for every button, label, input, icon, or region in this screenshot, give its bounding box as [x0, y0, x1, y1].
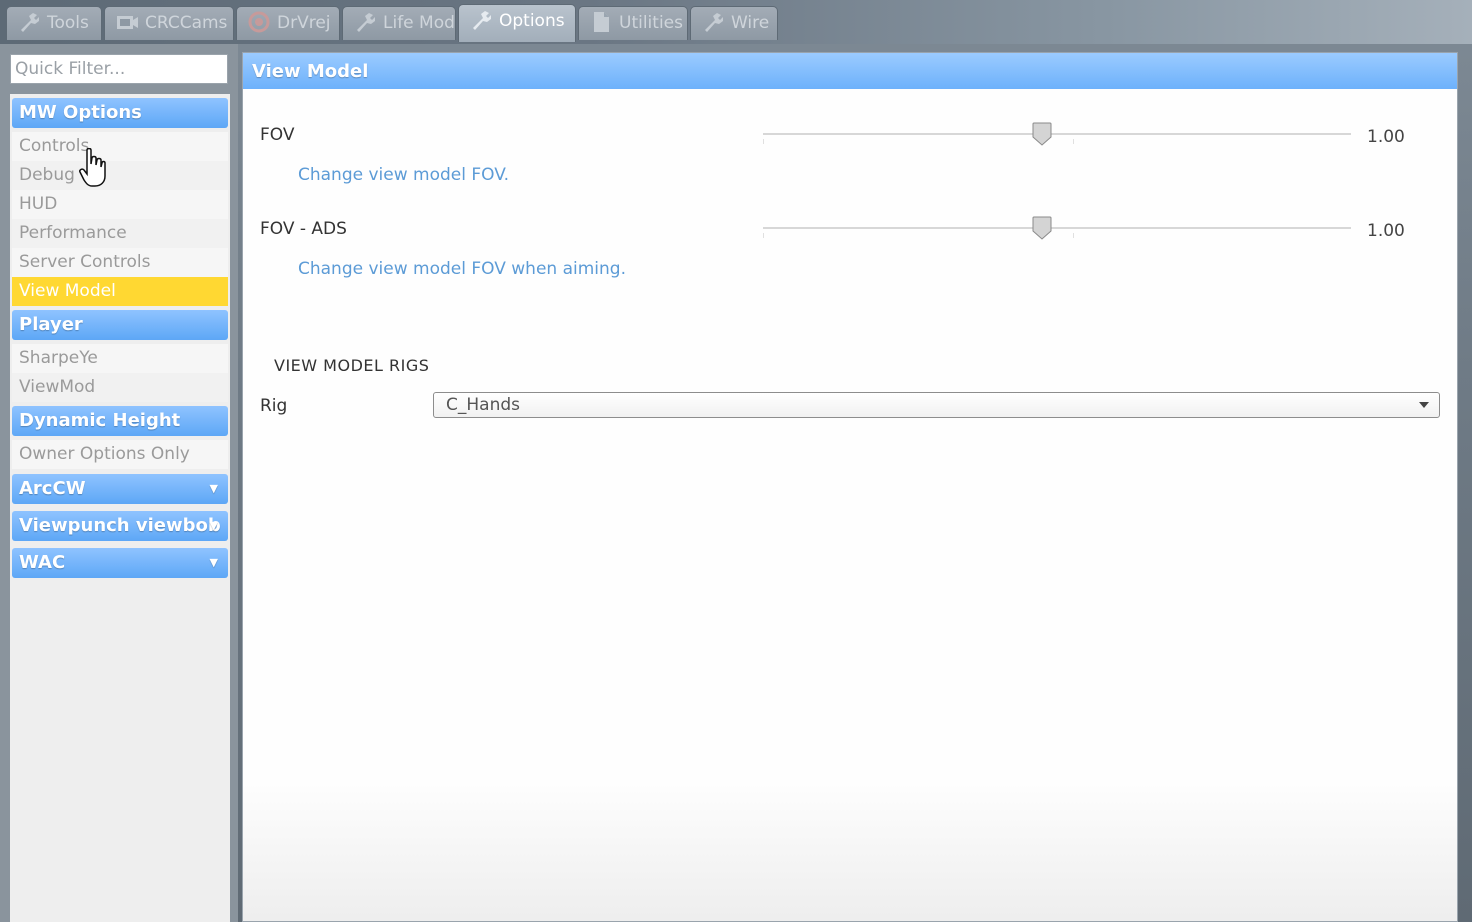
category-player[interactable]: Player	[12, 310, 228, 340]
fov-slider-track[interactable]	[763, 133, 1351, 135]
sidebar-item-view-model[interactable]: View Model	[12, 277, 228, 306]
tab-utilities[interactable]: Utilities	[578, 6, 688, 40]
chevron-down-icon: ▼	[209, 482, 218, 495]
tab-drvrej[interactable]: DrVrej	[236, 6, 340, 40]
tab-bar: Tools CRCCams DrVrej Life Mod Options Ut…	[0, 0, 1472, 44]
sidebar-item-owner-options-only[interactable]: Owner Options Only	[12, 440, 228, 469]
fov-value: 1.00	[1367, 127, 1405, 147]
tab-crccams[interactable]: CRCCams	[104, 6, 234, 40]
sidebar-item-viewmod[interactable]: ViewMod	[12, 373, 228, 402]
slider-tick	[1073, 233, 1074, 238]
category-title: ArcCW	[19, 478, 86, 499]
category-viewpunch-viewbob[interactable]: Viewpunch viewbob ▼	[12, 511, 228, 541]
quick-filter-input[interactable]	[10, 54, 228, 84]
slider-tick	[763, 139, 764, 144]
settings-panel: View Model FOV 1.00 Change view model FO…	[242, 52, 1458, 922]
rig-select-value: C_Hands	[446, 395, 520, 415]
category-title: Player	[19, 314, 83, 335]
tab-label: Wire	[731, 13, 770, 33]
fov-ads-slider-track[interactable]	[763, 227, 1351, 229]
document-icon	[594, 12, 609, 32]
tab-label: Utilities	[619, 13, 683, 33]
tab-label: Options	[499, 11, 565, 31]
tab-label: DrVrej	[277, 13, 331, 33]
camera-icon	[117, 16, 138, 29]
wrench-icon	[473, 11, 491, 30]
slider-tick	[1073, 139, 1074, 144]
category-dynamic-height[interactable]: Dynamic Height	[12, 406, 228, 436]
slider-tick	[763, 233, 764, 238]
fov-ads-help-text: Change view model FOV when aiming.	[298, 259, 626, 279]
tab-options[interactable]: Options	[458, 4, 576, 42]
tab-tools[interactable]: Tools	[6, 6, 102, 40]
fov-ads-slider-handle[interactable]	[1032, 216, 1052, 240]
tab-label: Tools	[47, 13, 89, 33]
wrench-icon	[21, 13, 39, 32]
panel-bottom-shade	[243, 781, 1457, 921]
category-title: Viewpunch viewbob	[19, 515, 221, 536]
rig-select[interactable]: C_Hands	[433, 392, 1440, 418]
sidebar-item-server-controls[interactable]: Server Controls	[12, 248, 228, 277]
sidebar-item-hud[interactable]: HUD	[12, 190, 228, 219]
tab-label: Life Mod	[383, 13, 455, 33]
fov-slider-handle[interactable]	[1032, 122, 1052, 146]
hand-cursor-icon	[79, 148, 106, 187]
category-list: MW Options Controls Debug HUD Performanc…	[10, 94, 230, 922]
chevron-down-icon	[1419, 402, 1429, 408]
tab-label: CRCCams	[145, 13, 228, 33]
gear-icon	[248, 11, 270, 33]
sidebar-item-debug[interactable]: Debug	[12, 161, 228, 190]
section-title-view-model-rigs: VIEW MODEL RIGS	[274, 356, 430, 375]
fov-label: FOV	[260, 125, 295, 145]
category-mw-options[interactable]: MW Options	[12, 98, 228, 128]
sidebar-item-performance[interactable]: Performance	[12, 219, 228, 248]
fov-help-text: Change view model FOV.	[298, 165, 510, 185]
wrench-icon	[357, 13, 375, 32]
sidebar-item-controls[interactable]: Controls	[12, 132, 228, 161]
panel-title: View Model	[243, 53, 1457, 89]
wrench-icon	[705, 13, 723, 32]
sidebar: MW Options Controls Debug HUD Performanc…	[0, 44, 238, 922]
chevron-down-icon: ▼	[209, 556, 218, 569]
tab-wire[interactable]: Wire	[690, 6, 778, 40]
sidebar-item-sharpeye[interactable]: SharpeYe	[12, 344, 228, 373]
fov-ads-label: FOV - ADS	[260, 219, 347, 239]
category-wac[interactable]: WAC ▼	[12, 548, 228, 578]
fov-ads-value: 1.00	[1367, 221, 1405, 241]
category-title: WAC	[19, 552, 66, 573]
chevron-down-icon: ▼	[209, 519, 218, 532]
category-arccw[interactable]: ArcCW ▼	[12, 474, 228, 504]
category-title: MW Options	[19, 102, 142, 123]
category-title: Dynamic Height	[19, 410, 181, 431]
tab-life-mod[interactable]: Life Mod	[342, 6, 456, 40]
rig-label: Rig	[260, 396, 288, 416]
